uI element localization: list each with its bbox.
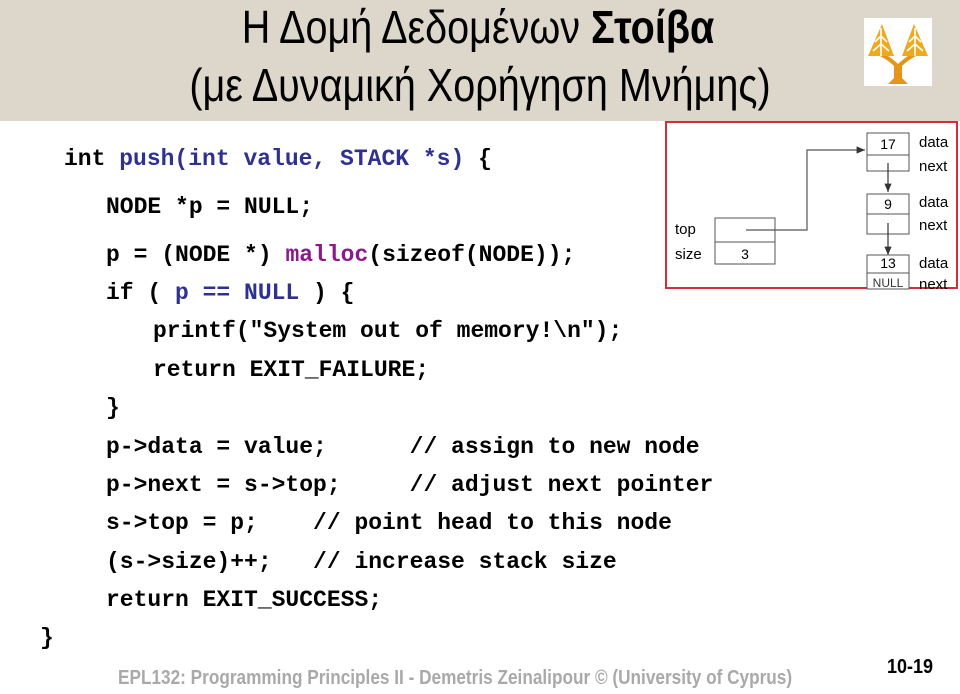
slide-number: 10-19 <box>887 656 934 678</box>
node-data-value: 17 <box>880 136 896 152</box>
code-brace: { <box>464 146 492 172</box>
code-line-signature: int push(int value, STACK *s) { <box>64 148 492 171</box>
code-text: p = (NODE *) <box>106 242 286 268</box>
node-data-label: data <box>919 194 949 211</box>
code-line-if: if ( p == NULL ) { <box>106 282 354 305</box>
node-next-label: next <box>919 217 948 234</box>
stack-size-value: 3 <box>741 246 749 262</box>
code-function-signature: push(int value, STACK *s) <box>119 146 465 172</box>
stack-size-label: size <box>675 246 702 263</box>
node-data-label: data <box>919 134 949 151</box>
code-line-malloc: p = (NODE *) malloc(sizeof(NODE)); <box>106 244 575 267</box>
footer-text: EPL132: Programming Principles II - Deme… <box>118 667 793 689</box>
code-malloc: malloc <box>285 242 369 268</box>
title-regular: Η Δομή Δεδομένων <box>241 1 592 53</box>
code-line: return EXIT_FAILURE; <box>153 357 430 383</box>
code-line: p->next = s->top; // adjust next pointer <box>106 472 714 498</box>
node-next-label: next <box>919 276 948 291</box>
node-null-value: NULL <box>873 276 904 290</box>
code-line: } <box>106 395 120 421</box>
code-line: (s->size)++; // increase stack size <box>106 549 617 575</box>
stack-top-label: top <box>675 221 696 238</box>
code-line: s->top = p; // point head to this node <box>106 510 672 536</box>
node-data-value: 9 <box>884 196 892 212</box>
code-line: NODE *p = NULL; <box>106 194 314 220</box>
code-line: return EXIT_SUCCESS; <box>106 587 383 613</box>
title-header: Η Δομή Δεδομένων Στοίβα (με Δυναμική Χορ… <box>0 0 960 121</box>
code-keyword: int <box>64 146 120 172</box>
node-next-label: next <box>919 158 948 175</box>
code-line: p->data = value; // assign to new node <box>106 434 700 460</box>
code-line: } <box>40 625 54 651</box>
stack-diagram: top size 3 17 data next 9 data next 13 N… <box>665 121 958 291</box>
code-condition: p == NULL <box>175 280 300 306</box>
node-data-label: data <box>919 255 949 272</box>
university-of-cyprus-logo-icon <box>864 18 932 86</box>
slide-title-line2: (με Δυναμική Χορήγηση Μνήμης) <box>189 59 771 111</box>
title-bold: Στοίβα <box>591 1 715 53</box>
code-line: printf("System out of memory!\n"); <box>153 318 623 344</box>
code-text: if ( <box>106 280 176 306</box>
slide-title-line1: Η Δομή Δεδομένων Στοίβα <box>65 4 891 50</box>
code-text: (sizeof(NODE)); <box>368 242 576 268</box>
code-text: ) { <box>299 280 355 306</box>
node-data-value: 13 <box>880 255 896 271</box>
